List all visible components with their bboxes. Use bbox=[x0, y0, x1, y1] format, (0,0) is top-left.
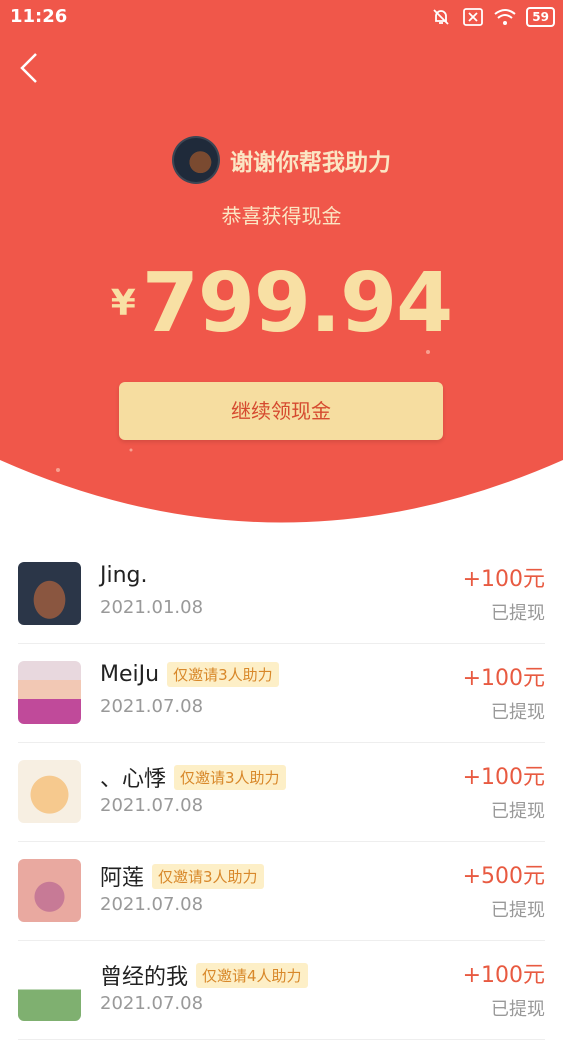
list-item-amount: +100元 bbox=[462, 963, 545, 988]
back-button[interactable] bbox=[16, 50, 44, 86]
invite-badge: 仅邀请3人助力 bbox=[174, 764, 286, 790]
status-bar: 11:26 59 bbox=[0, 0, 563, 34]
list-item-date: 2021.01.08 bbox=[100, 597, 204, 618]
list-item[interactable]: 曾经的我 仅邀请4人助力 2021.07.08 +100元 已提现 bbox=[18, 941, 545, 1040]
list-item-status: 已提现 bbox=[491, 702, 545, 723]
list-item-name: Jing. bbox=[100, 563, 148, 588]
avatar bbox=[18, 562, 81, 625]
user-avatar bbox=[172, 136, 220, 184]
chevron-left-icon bbox=[20, 53, 37, 83]
amount-value: 799.94 bbox=[141, 256, 453, 351]
list-item-amount: +100元 bbox=[462, 765, 545, 790]
continue-cash-button[interactable]: 继续领现金 bbox=[119, 382, 443, 440]
list-item[interactable]: 、心悸 仅邀请3人助力 2021.07.08 +100元 已提现 bbox=[18, 743, 545, 842]
list-item-name: 阿莲 bbox=[100, 866, 145, 891]
battery-indicator: 59 bbox=[526, 7, 555, 27]
list-item-name: MeiJu bbox=[100, 662, 160, 687]
list-item-amount: +100元 bbox=[462, 567, 545, 592]
bell-muted-icon bbox=[430, 6, 452, 28]
invite-badge: 仅邀请3人助力 bbox=[152, 863, 264, 889]
status-time: 11:26 bbox=[10, 6, 68, 27]
list-item-status: 已提现 bbox=[491, 603, 545, 624]
list-item[interactable]: MeiJu 仅邀请3人助力 2021.07.08 +100元 已提现 bbox=[18, 644, 545, 743]
list-item-status: 已提现 bbox=[491, 999, 545, 1020]
avatar bbox=[18, 661, 81, 724]
list-item-date: 2021.07.08 bbox=[100, 894, 204, 915]
invite-badge: 仅邀请4人助力 bbox=[196, 962, 308, 988]
cash-amount: ¥799.94 bbox=[0, 256, 563, 351]
no-sim-icon bbox=[462, 6, 484, 28]
page-subtitle: 恭喜获得现金 bbox=[221, 204, 342, 228]
avatar bbox=[18, 958, 81, 1021]
avatar bbox=[18, 859, 81, 922]
list-item-name: 、心悸 bbox=[100, 767, 167, 792]
list-item[interactable]: Jing. 2021.01.08 +100元 已提现 bbox=[18, 545, 545, 644]
page-title: 谢谢你帮我助力 bbox=[230, 150, 391, 176]
list-item-date: 2021.07.08 bbox=[100, 993, 204, 1014]
list-item-amount: +500元 bbox=[462, 864, 545, 889]
hero-banner: 11:26 59 谢谢你帮我助力 恭喜获得现金 ¥799.94 继续领现金 bbox=[0, 0, 563, 524]
list-item-name: 曾经的我 bbox=[100, 965, 189, 990]
helper-list: Jing. 2021.01.08 +100元 已提现 MeiJu 仅邀请3人助力… bbox=[18, 545, 545, 1040]
list-item-date: 2021.07.08 bbox=[100, 696, 204, 717]
list-item-amount: +100元 bbox=[462, 666, 545, 691]
currency-symbol: ¥ bbox=[110, 283, 136, 324]
list-item[interactable]: 阿莲 仅邀请3人助力 2021.07.08 +500元 已提现 bbox=[18, 842, 545, 941]
list-item-date: 2021.07.08 bbox=[100, 795, 204, 816]
avatar bbox=[18, 760, 81, 823]
list-item-status: 已提现 bbox=[491, 801, 545, 822]
wifi-icon bbox=[494, 6, 516, 28]
list-item-status: 已提现 bbox=[491, 900, 545, 921]
invite-badge: 仅邀请3人助力 bbox=[167, 662, 279, 687]
